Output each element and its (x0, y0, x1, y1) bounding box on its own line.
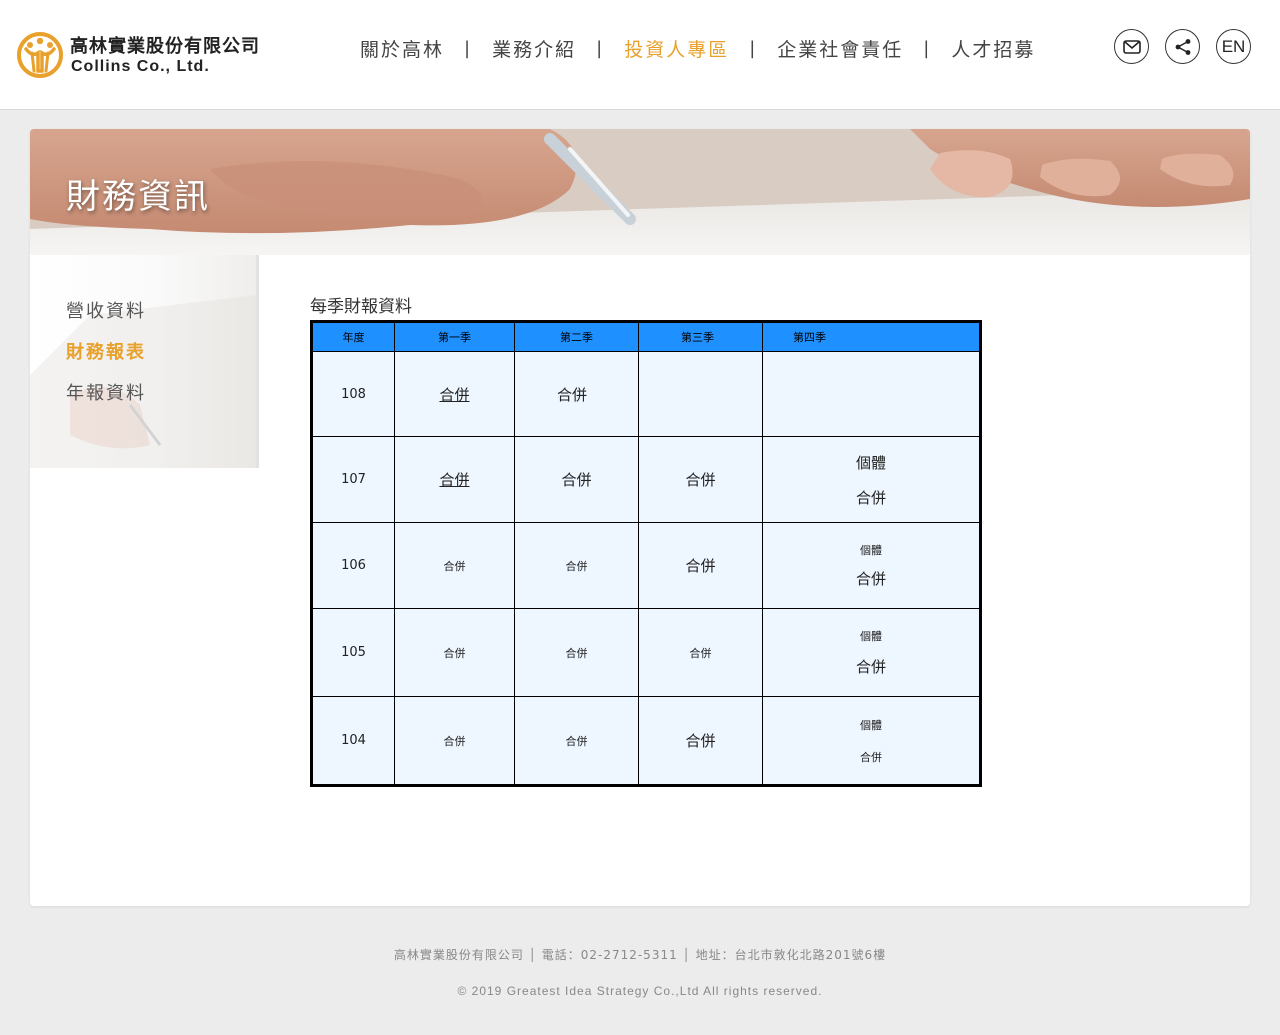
language-button[interactable]: EN (1216, 29, 1251, 64)
q1-cell: 合併 (394, 696, 515, 786)
q4-individual-link[interactable]: 個體 (860, 628, 882, 644)
q3-consolidated-link[interactable]: 合併 (690, 647, 712, 660)
col-header-q2: 第二季 (514, 321, 639, 352)
q1-cell: 合併 (394, 436, 515, 523)
nav-separator: | (923, 37, 930, 59)
content-card: 財務資訊 營收資料 財務報表 年報資料 每季財報資料 年度 第一季 第二季 第三… (30, 129, 1250, 906)
q2-cell: 合併 (514, 522, 639, 609)
q1-cell: 合併 (394, 351, 515, 437)
q4-consolidated-link[interactable]: 合併 (856, 656, 886, 677)
nav-separator: | (596, 37, 603, 59)
q2-consolidated-link[interactable]: 合併 (566, 647, 588, 660)
nav-item-about[interactable]: 關於高林 (360, 35, 444, 62)
q4-consolidated-link[interactable]: 合併 (856, 487, 886, 508)
footer-copyright: © 2019 Greatest Idea Strategy Co.,Ltd Al… (457, 984, 823, 998)
q3-consolidated-link[interactable]: 合併 (685, 557, 715, 575)
nav-item-careers[interactable]: 人才招募 (951, 35, 1035, 62)
col-header-q3: 第三季 (638, 321, 763, 352)
q2-consolidated-link[interactable]: 合併 (561, 471, 591, 489)
q3-cell: 合併 (638, 608, 763, 697)
q1-cell: 合併 (394, 522, 515, 609)
year-cell: 106 (311, 522, 395, 609)
col-header-q4: 第四季 (762, 321, 981, 352)
q1-consolidated-link[interactable]: 合併 (444, 735, 466, 748)
section-title: 每季財報資料 (310, 297, 412, 317)
nav-item-business[interactable]: 業務介紹 (492, 35, 576, 62)
q2-consolidated-link[interactable]: 合併 (557, 386, 587, 404)
table-row: 105 合併 合併 合併 個體 合併 (311, 608, 981, 697)
col-header-year: 年度 (311, 321, 395, 352)
q4-consolidated-link[interactable]: 合併 (860, 749, 882, 765)
q2-cell: 合併 (514, 608, 639, 697)
q4-cell: 個體 合併 (762, 522, 981, 609)
footer-contact: 高林實業股份有限公司 │ 電話：02-2712-5311 │ 地址：台北市敦化北… (393, 948, 887, 962)
q2-consolidated-link[interactable]: 合併 (566, 560, 588, 573)
q3-cell: 合併 (638, 696, 763, 786)
q2-cell: 合併 (514, 351, 639, 437)
logo-name-en: Collins Co., Ltd. (71, 58, 210, 75)
q1-consolidated-link[interactable]: 合併 (444, 560, 466, 573)
q4-cell (762, 351, 981, 437)
q2-cell: 合併 (514, 436, 639, 523)
nav-item-csr[interactable]: 企業社會責任 (777, 35, 903, 62)
year-cell: 104 (311, 696, 395, 786)
table-header-row: 年度 第一季 第二季 第三季 第四季 (311, 321, 981, 352)
q4-individual-link[interactable]: 個體 (856, 452, 886, 473)
nav-separator: | (749, 37, 756, 59)
q4-individual-link[interactable]: 個體 (860, 717, 882, 733)
q4-consolidated-link[interactable]: 合併 (856, 568, 886, 589)
sidebar-item-financial-statements[interactable]: 財務報表 (66, 338, 146, 364)
q1-consolidated-link[interactable]: 合併 (439, 386, 469, 404)
sidebar: 營收資料 財務報表 年報資料 (30, 255, 259, 468)
q1-consolidated-link[interactable]: 合併 (439, 471, 469, 489)
page-title: 財務資訊 (66, 177, 210, 217)
page-banner: 財務資訊 (30, 129, 1250, 255)
q1-consolidated-link[interactable]: 合併 (444, 647, 466, 660)
year-cell: 105 (311, 608, 395, 697)
table-row: 106 合併 合併 合併 個體 合併 (311, 522, 981, 609)
table-row: 107 合併 合併 合併 個體 合併 (311, 436, 981, 523)
quarterly-report-table: 年度 第一季 第二季 第三季 第四季 108 合併 合併 107 合併 合併 合… (310, 320, 982, 787)
mail-icon (1122, 39, 1141, 54)
q1-cell: 合併 (394, 608, 515, 697)
site-logo[interactable]: 高林實業股份有限公司 Collins Co., Ltd. (16, 29, 286, 81)
q4-cell: 個體 合併 (762, 436, 981, 523)
year-cell: 108 (311, 351, 395, 437)
nav-item-investors[interactable]: 投資人專區 (624, 35, 729, 62)
sidebar-item-annual-reports[interactable]: 年報資料 (66, 379, 146, 405)
logo-name-cn: 高林實業股份有限公司 (70, 36, 260, 57)
q4-cell: 個體 合併 (762, 608, 981, 697)
q3-cell (638, 351, 763, 437)
share-button[interactable] (1165, 29, 1200, 64)
sidebar-item-revenue[interactable]: 營收資料 (66, 297, 146, 323)
q2-cell: 合併 (514, 696, 639, 786)
q2-consolidated-link[interactable]: 合併 (566, 735, 588, 748)
q4-cell: 個體 合併 (762, 696, 981, 786)
share-icon (1175, 38, 1190, 55)
logo-mark-icon (17, 32, 63, 78)
q4-individual-link[interactable]: 個體 (860, 542, 882, 558)
table-row: 108 合併 合併 (311, 351, 981, 437)
year-cell: 107 (311, 436, 395, 523)
col-header-q1: 第一季 (394, 321, 515, 352)
q3-consolidated-link[interactable]: 合併 (685, 732, 715, 750)
banner-hands-image (30, 129, 1250, 255)
mail-button[interactable] (1114, 29, 1149, 64)
main-nav: 關於高林 | 業務介紹 | 投資人專區 | 企業社會責任 | 人才招募 (360, 34, 1035, 62)
q3-cell: 合併 (638, 522, 763, 609)
q3-cell: 合併 (638, 436, 763, 523)
site-header: 高林實業股份有限公司 Collins Co., Ltd. 關於高林 | 業務介紹… (0, 0, 1280, 110)
nav-separator: | (464, 37, 471, 59)
q3-consolidated-link[interactable]: 合併 (685, 471, 715, 489)
table-row: 104 合併 合併 合併 個體 合併 (311, 696, 981, 786)
